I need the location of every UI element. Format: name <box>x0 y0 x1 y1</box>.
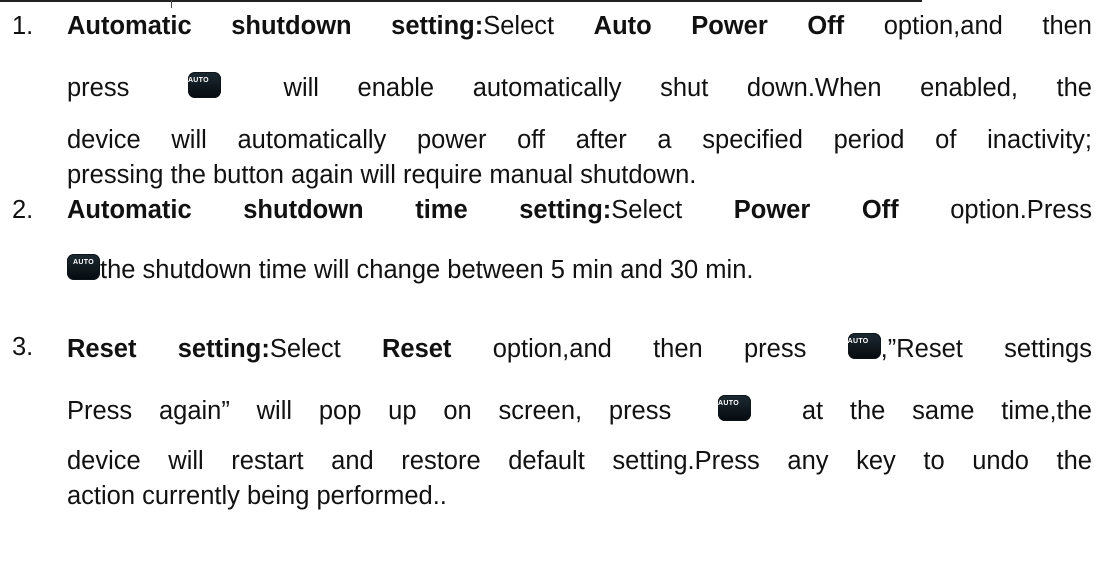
item-line-4: pressing the button again will require m… <box>67 161 697 189</box>
option-name: Auto Power Off <box>593 12 845 40</box>
item-title: Automatic shutdown time setting: <box>67 196 612 224</box>
auto-key-icon: AUTO <box>67 254 100 280</box>
option-name: Power Off <box>733 196 899 224</box>
auto-key-icon: AUTO <box>847 333 881 359</box>
item-number: 2. <box>12 196 34 224</box>
top-rule <box>0 0 922 2</box>
item-line-1: Automatic shutdown time setting:Select P… <box>67 196 1092 224</box>
item-line-3: device will restart and restore default … <box>67 447 1092 475</box>
item-line-1: Automatic shutdown setting:Select Auto P… <box>67 12 1092 40</box>
item-title: Automatic shutdown setting: <box>67 12 484 40</box>
item-number: 3. <box>12 333 34 361</box>
item-line-2: AUTO the shutdown time will change betwee… <box>67 254 753 285</box>
item-line-4: action currently being performed.. <box>67 482 447 510</box>
item-line-1: Reset setting:Select Reset option,and th… <box>67 333 1092 363</box>
item-number: 1. <box>12 12 34 40</box>
item-line-2: Press again” will pop up on screen, pres… <box>67 395 1092 425</box>
table-divider-tick <box>171 0 172 8</box>
item-line-2: press AUTO will enable automatically shu… <box>67 72 1092 102</box>
item-line-3: device will automatically power off afte… <box>67 126 1092 154</box>
auto-key-icon: AUTO <box>187 72 221 98</box>
option-name: Reset <box>381 335 452 363</box>
auto-key-icon: AUTO <box>718 395 752 421</box>
item-title: Reset setting: <box>67 335 270 363</box>
